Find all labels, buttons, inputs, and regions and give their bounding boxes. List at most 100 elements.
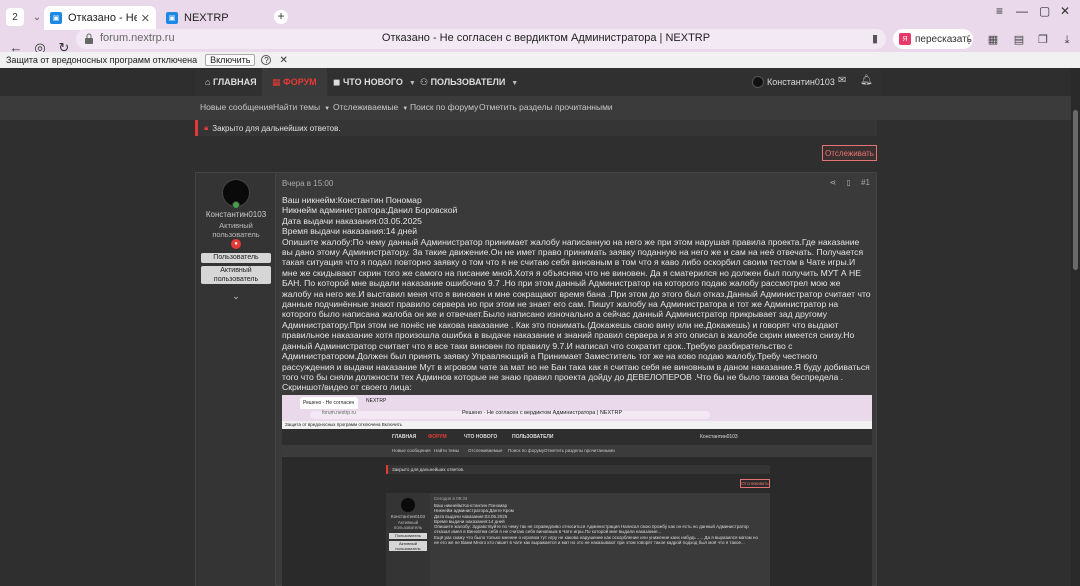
share-icon[interactable]: ⋖ — [830, 178, 837, 187]
subnav-find-threads[interactable]: Найти темы ▼ — [273, 102, 330, 112]
extension-icon[interactable]: ▤ — [1012, 33, 1026, 47]
subnav-watched[interactable]: Отслеживаемые ▼ — [333, 102, 408, 112]
more-icon[interactable]: ⋮ — [962, 33, 976, 47]
avatar — [752, 76, 764, 88]
post-line-nickname: Ваш никнейм:Константин Пономар — [282, 195, 422, 205]
close-icon[interactable]: ✕ — [279, 55, 287, 66]
post-body: Ваш никнейм:Константин Пономар Никнейм а… — [282, 195, 872, 393]
online-indicator-icon — [232, 201, 240, 209]
post-author[interactable]: Константин0103 — [196, 210, 276, 219]
envelope-icon[interactable]: ✉ — [838, 75, 846, 86]
screenshot-subnav-item: Отслеживаемые — [468, 448, 503, 453]
nav-home-label: ГЛАВНАЯ — [212, 77, 257, 87]
new-tab-button[interactable]: + — [274, 10, 288, 24]
screenshot-subnav-item: Отметить разделы прочитанными — [544, 448, 615, 453]
url-field[interactable]: forum.nextrp.ru Отказано - Не согласен с… — [76, 29, 886, 49]
screenshot-nav-item: ЧТО НОВОГО — [464, 434, 498, 440]
nav-whats-new[interactable]: ◼ ЧТО НОВОГО ▼ — [333, 68, 416, 96]
download-icon[interactable]: ⤓ — [1060, 33, 1074, 47]
collections-icon[interactable]: ❐ — [1036, 33, 1050, 47]
chevron-down-icon: ▼ — [402, 106, 409, 112]
locked-notice: 🔒︎ Закрыто для дальнейших ответов. — [195, 120, 877, 136]
post-line-complaint: Опишите жалобу:По чему данный Администра… — [282, 236, 871, 382]
chevron-down-icon: ▼ — [408, 80, 416, 87]
attached-screenshot[interactable]: Решено - Не согласен NEXTRP forum.nextrp… — [282, 395, 872, 586]
nav-forum-label: ФОРУМ — [283, 77, 317, 87]
sub-nav: Новые сообщения Найти темы ▼ Отслеживаемы… — [0, 96, 1080, 120]
summarize-button[interactable]: Я пересказать — [893, 29, 973, 49]
nextrp-favicon-icon: ▣ — [166, 12, 178, 24]
post-number[interactable]: #1 — [861, 178, 870, 187]
screenshot-tab: Решено - Не согласен — [300, 397, 358, 409]
qr-icon[interactable]: ▦ — [986, 33, 1000, 47]
post: Константин0103 Активный пользователь ● П… — [195, 172, 877, 586]
protection-text: Защита от вредоносных программ отключена — [6, 55, 198, 65]
screenshot-subnav: Новые сообщения Найти темы Отслеживаемые… — [282, 445, 872, 457]
screenshot-protection-bar: Защита от вредоносных программ отключена… — [282, 421, 872, 429]
post-line-screenshot-label: Скриншот/видео от своего лица: — [282, 382, 412, 393]
maximize-icon[interactable]: ▢ — [1039, 4, 1050, 18]
minimize-icon[interactable]: — — [1016, 4, 1028, 18]
post-user-panel: Константин0103 Активный пользователь ● П… — [196, 173, 276, 586]
screenshot-post: Константин0103 Активный пользователь Пол… — [386, 493, 770, 586]
screenshot-subnav-item: Найти темы — [434, 448, 459, 453]
nav-whats-new-label: ЧТО НОВОГО — [342, 77, 403, 87]
close-icon[interactable]: ✕ — [141, 12, 150, 25]
browser-tab-active[interactable]: ▣ Отказано - Не согласен ✕ — [44, 6, 156, 30]
browser-tab-nextrp[interactable]: ▣ NEXTRP — [160, 6, 270, 30]
post-actions: ⋖ ▯ #1 — [822, 178, 870, 187]
chevron-down-icon[interactable]: ⌄ — [230, 291, 242, 302]
screenshot-nav-item: ПОЛЬЗОВАТЕЛИ — [512, 434, 554, 440]
screenshot-nav-user: Константин0103 — [700, 434, 738, 440]
enable-protection-button[interactable]: Включить — [205, 54, 256, 66]
avatar — [401, 498, 415, 512]
tab-count-button[interactable]: 2 — [6, 8, 24, 26]
scrollbar-thumb[interactable] — [1073, 110, 1078, 270]
screenshot-active-badge: Активный пользователь — [389, 541, 427, 551]
screenshot-user-panel: Константин0103 Активный пользователь Пол… — [386, 493, 430, 586]
screenshot-watch-button: Отслеживать — [740, 479, 770, 488]
screenshot-author: Константин0103 — [391, 514, 425, 519]
url-text: forum.nextrp.ru — [100, 32, 175, 44]
nav-forum[interactable]: ▦ ФОРУМ — [262, 68, 327, 96]
lock-icon — [85, 33, 93, 44]
subnav-find-threads-label: Найти темы — [273, 102, 321, 112]
chevron-down-icon[interactable]: ⌄ — [30, 10, 44, 24]
screenshot-subnav-item: Поиск по форуму — [508, 448, 545, 453]
site-nav: ⌂ ГЛАВНАЯ ▦ ФОРУМ ◼ ЧТО НОВОГО ▼ ⚇ ПОЛЬЗО… — [0, 68, 1080, 96]
active-user-badge: Активный пользователь — [201, 266, 271, 284]
nav-home[interactable]: ⌂ ГЛАВНАЯ — [205, 68, 257, 96]
subnav-watched-label: Отслеживаемые — [333, 102, 399, 112]
user-badge-icon: ● — [231, 239, 241, 249]
nav-user-menu[interactable]: Константин0103 — [752, 75, 835, 89]
post-line-admin: Никнейм администратора:Данил Боровской — [282, 205, 458, 216]
chevron-down-icon: ▼ — [324, 106, 331, 112]
page-title: Отказано - Не согласен с вердиктом Админ… — [381, 32, 711, 44]
post-time[interactable]: Вчера в 15:00 — [282, 179, 333, 188]
lock-icon: 🔒︎ — [204, 123, 209, 132]
tab-label: NEXTRP — [184, 12, 229, 24]
nav-users[interactable]: ⚇ ПОЛЬЗОВАТЕЛИ ▼ — [420, 68, 518, 96]
window-menu-icon[interactable]: ≡ — [996, 4, 1003, 18]
users-icon: ⚇ — [420, 77, 431, 87]
bookmark-icon[interactable]: ▯ — [846, 178, 850, 187]
nextrp-favicon-icon: ▣ — [50, 12, 62, 24]
user-group-badge: Пользователь — [201, 253, 271, 263]
post-line-duration: Время выдачи наказания:14 дней — [282, 226, 418, 237]
watch-button[interactable]: Отслеживать — [822, 145, 877, 161]
screenshot-nav: ГЛАВНАЯ ФОРУМ ЧТО НОВОГО ПОЛЬЗОВАТЕЛИ Ко… — [282, 429, 872, 445]
bell-icon[interactable]: 🔔︎ — [860, 75, 873, 86]
comment-icon: ◼ — [333, 77, 343, 87]
close-window-icon[interactable]: ✕ — [1060, 4, 1070, 18]
bookmark-icon[interactable]: ▮ — [872, 32, 878, 45]
post-line-date: Дата выдачи наказания:03.05.2025 — [282, 215, 422, 226]
chevron-down-icon: ▼ — [511, 80, 519, 87]
subnav-new-posts[interactable]: Новые сообщения — [200, 102, 273, 112]
subnav-search-forum[interactable]: Поиск по форуму — [410, 102, 478, 112]
screenshot-nav-item: ФОРУМ — [428, 434, 447, 440]
locked-notice-text: Закрыто для дальнейших ответов. — [212, 123, 341, 133]
help-icon[interactable]: ? — [261, 55, 272, 65]
subnav-mark-read[interactable]: Отметить разделы прочитанными — [479, 102, 613, 112]
screenshot-locked-notice: Закрыто для дальнейших ответов. — [386, 465, 770, 474]
screenshot-subnav-item: Новые сообщения — [392, 448, 431, 453]
